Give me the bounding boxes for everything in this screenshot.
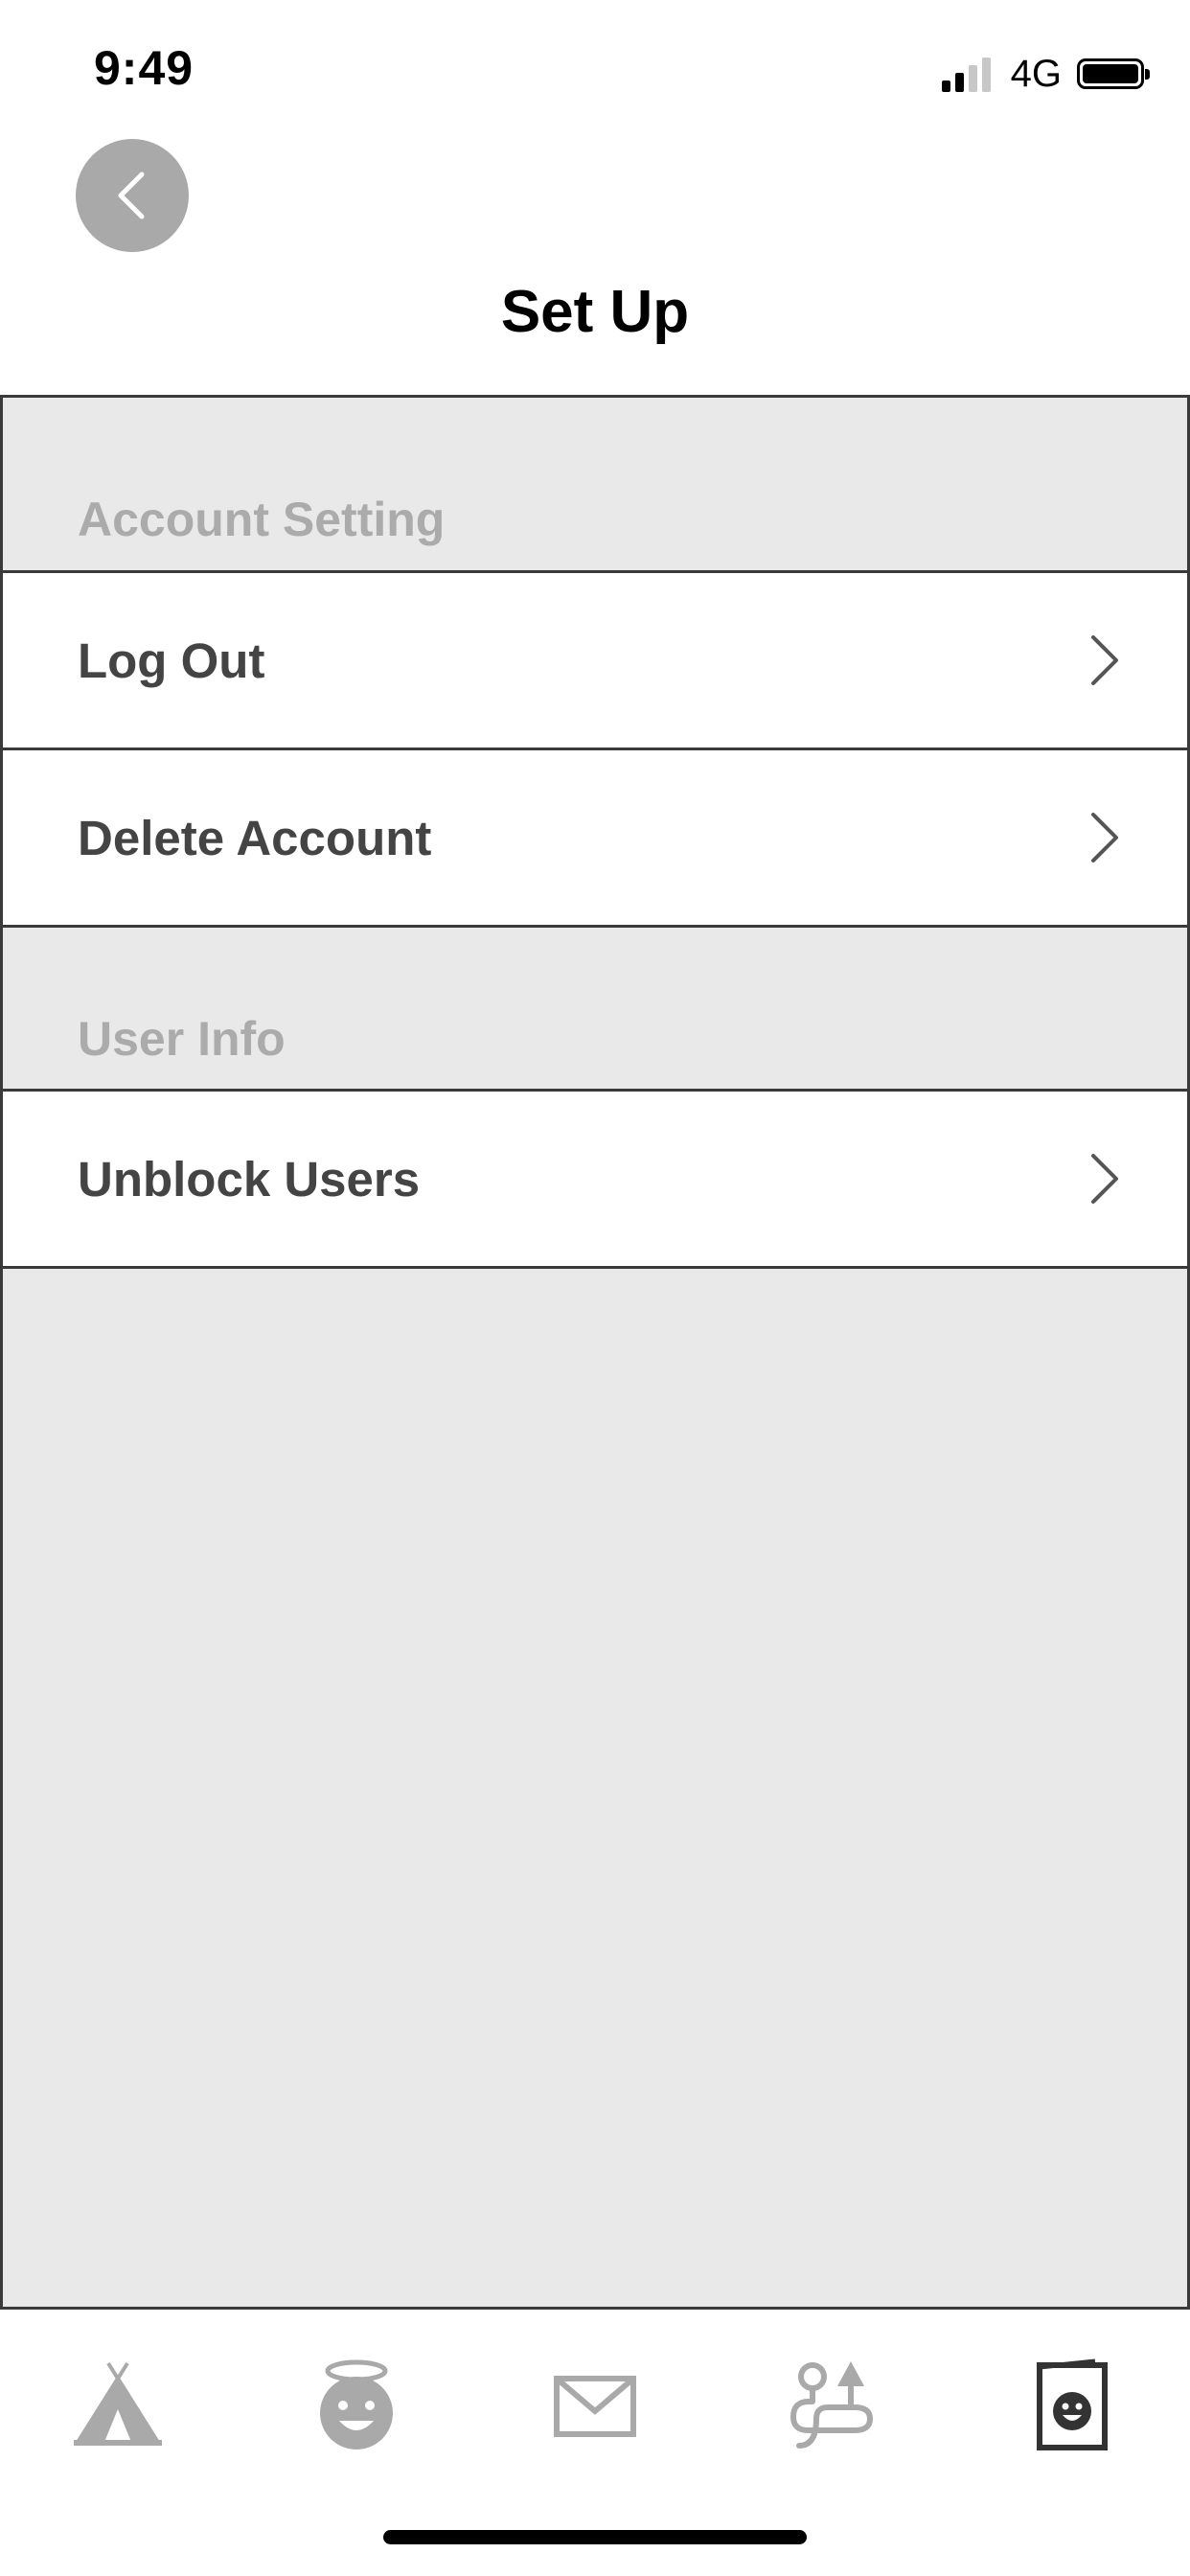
- chevron-right-icon: [1091, 813, 1118, 862]
- tent-icon: [74, 2361, 162, 2446]
- status-indicators: 4G: [941, 50, 1150, 98]
- status-time: 9:49: [94, 41, 195, 95]
- tab-route[interactable]: [776, 2348, 891, 2463]
- route-icon: [790, 2361, 874, 2449]
- tab-tent[interactable]: [60, 2348, 175, 2463]
- row-label: Log Out: [78, 632, 265, 688]
- log-out-row[interactable]: Log Out: [3, 570, 1187, 750]
- page-title: Set Up: [500, 279, 690, 345]
- tab-profile[interactable]: [1015, 2348, 1130, 2463]
- profile-card-icon: [1037, 2358, 1108, 2450]
- back-button[interactable]: [76, 139, 189, 252]
- row-label: Unblock Users: [78, 1151, 421, 1207]
- chevron-right-icon: [1091, 635, 1118, 685]
- settings-screen: 9:49 4G Set Up Account Setting Log Out D…: [0, 0, 1190, 2576]
- section-header-account-setting: Account Setting: [78, 493, 446, 546]
- signal-strength-icon: [941, 56, 995, 92]
- network-type: 4G: [1010, 52, 1062, 95]
- delete-account-row[interactable]: Delete Account: [3, 748, 1187, 928]
- row-label: Delete Account: [78, 810, 432, 865]
- mail-icon: [554, 2376, 636, 2437]
- unblock-users-row[interactable]: Unblock Users: [3, 1089, 1187, 1269]
- settings-list: Account Setting Log Out Delete Account U…: [0, 395, 1190, 2310]
- chevron-left-icon: [118, 172, 145, 219]
- chevron-right-icon: [1091, 1154, 1118, 1204]
- angel-face-icon: [320, 2359, 393, 2450]
- battery-icon: [1077, 58, 1150, 89]
- status-bar: 9:49 4G: [0, 0, 1190, 134]
- tab-mail[interactable]: [538, 2348, 652, 2463]
- section-header-user-info: User Info: [78, 1012, 286, 1066]
- home-indicator: [383, 2530, 807, 2544]
- tab-angel[interactable]: [299, 2348, 414, 2463]
